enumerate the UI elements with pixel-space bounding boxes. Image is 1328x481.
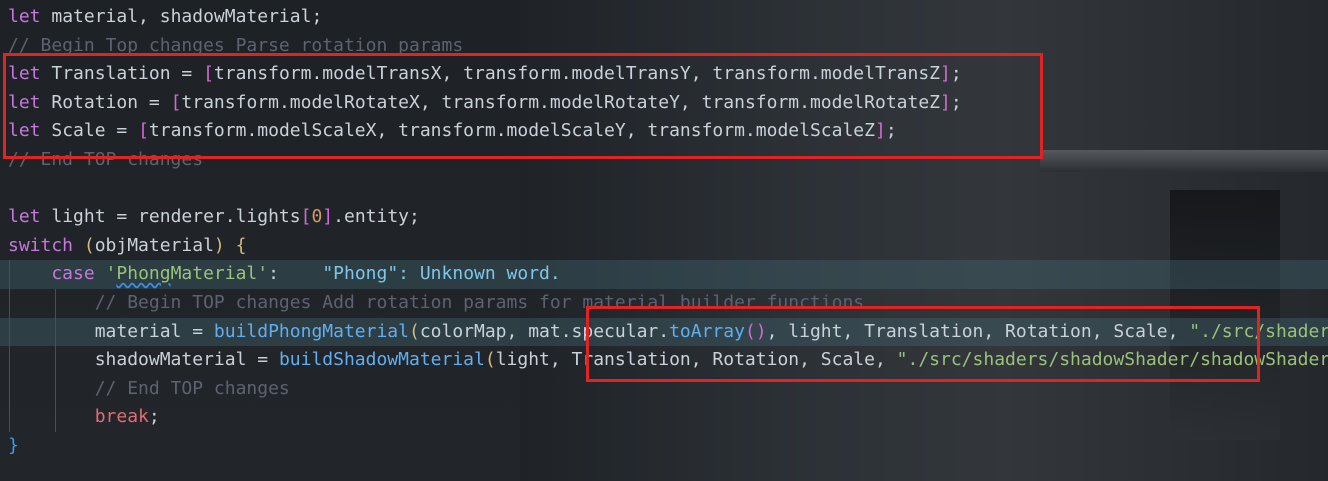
code-line[interactable]: switch (objMaterial) { — [0, 232, 1328, 261]
indent-guide — [9, 288, 10, 318]
code-token: switch — [8, 234, 84, 256]
code-token: break — [8, 406, 149, 428]
highlight-box-transform-params — [3, 53, 1043, 159]
code-line[interactable]: case 'PhongMaterial': "Phong": Unknown w… — [0, 260, 1328, 289]
code-token: buildShadowMaterial — [278, 349, 485, 371]
code-token: ) — [213, 234, 225, 256]
indent-guide — [9, 346, 10, 375]
indent-guide — [55, 374, 56, 404]
code-token: // End TOP changes — [8, 377, 290, 399]
code-token: light = renderer.lights — [51, 206, 301, 228]
indent-guide — [55, 346, 56, 375]
code-token: ; — [148, 406, 160, 428]
code-token: Phong — [116, 263, 171, 285]
code-token: ( — [408, 320, 420, 342]
code-line[interactable]: let material, shadowMaterial; — [0, 3, 1328, 32]
indent-guide — [9, 374, 10, 404]
code-token: "Phong": Unknown word. — [278, 263, 561, 285]
code-token: buildPhongMaterial — [213, 320, 409, 342]
code-line[interactable]: ​ — [0, 175, 1328, 204]
indent-guide — [55, 317, 56, 347]
code-token: case — [8, 263, 106, 285]
indent-guide — [9, 317, 10, 347]
indent-guide — [55, 288, 56, 318]
highlight-box-builder-args — [586, 306, 1260, 382]
code-token: material, shadowMaterial; — [51, 6, 323, 27]
code-line[interactable]: } — [0, 432, 1328, 461]
code-token: let — [8, 206, 52, 228]
code-token: : — [268, 263, 279, 285]
indent-guide — [9, 260, 10, 289]
indent-guide — [55, 403, 56, 432]
code-token: Material' — [170, 263, 269, 285]
code-token: .entity; — [333, 206, 420, 228]
code-editor[interactable]: let material, shadowMaterial;// Begin To… — [0, 0, 1328, 481]
code-token: ( — [484, 349, 496, 371]
code-token: { — [224, 234, 247, 256]
code-token: let — [8, 6, 52, 27]
code-token: ' — [105, 263, 117, 285]
code-line[interactable]: let light = renderer.lights[0].entity; — [0, 203, 1328, 232]
code-token: shadowMaterial = — [8, 349, 279, 371]
code-token: objMaterial — [94, 234, 214, 256]
code-token: material = — [8, 320, 214, 342]
code-token: ( — [83, 234, 95, 256]
code-token: } — [8, 434, 19, 456]
indent-guide — [9, 403, 10, 432]
code-token: [ — [300, 206, 312, 228]
code-token: ] — [322, 206, 334, 228]
code-token: 0 — [311, 206, 323, 228]
code-line[interactable]: break; — [0, 403, 1328, 432]
